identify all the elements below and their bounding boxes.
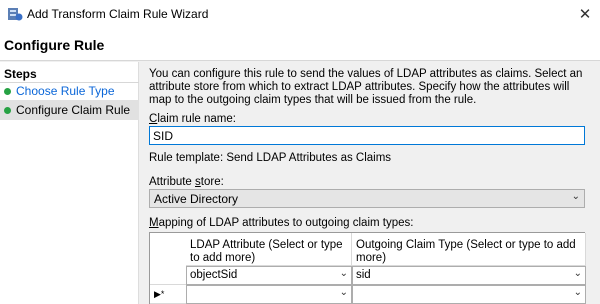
rule-name-label: Claim rule name: <box>149 113 236 125</box>
chevron-down-icon: ⌄ <box>571 191 580 202</box>
claim-type-combo[interactable]: ⌄ <box>352 285 586 304</box>
row-header[interactable] <box>150 266 186 285</box>
step-label[interactable]: Choose Rule Type <box>16 84 115 98</box>
ldap-attribute-combo[interactable]: objectSid ⌄ <box>186 266 352 285</box>
step-complete-icon <box>4 106 11 114</box>
mapping-label: Mapping of LDAP attributes to outgoing c… <box>149 217 414 229</box>
chevron-down-icon: ⌄ <box>573 268 582 279</box>
server-app-icon <box>8 8 23 21</box>
ldap-attribute-value: objectSid <box>190 269 238 281</box>
rule-template-text: Rule template: Send LDAP Attributes as C… <box>149 152 392 164</box>
title-bar: Add Transform Claim Rule Wizard ✕ <box>0 0 600 28</box>
ldap-attribute-combo[interactable]: ⌄ <box>186 285 352 304</box>
rule-description: You can configure this rule to send the … <box>149 68 583 106</box>
chevron-down-icon: ⌄ <box>339 287 348 298</box>
new-row-marker[interactable]: ▶* <box>150 285 186 304</box>
outgoing-claim-type-header: Outgoing Claim Type (Select or type to a… <box>352 233 586 266</box>
attribute-store-select[interactable]: Active Directory ⌄ <box>149 189 585 208</box>
step-complete-icon <box>4 87 11 95</box>
close-button[interactable]: ✕ <box>570 0 600 28</box>
close-icon: ✕ <box>578 6 592 23</box>
page-title: Configure Rule <box>4 37 105 53</box>
mapping-grid: LDAP Attribute (Select or type to add mo… <box>149 232 586 304</box>
page-header: Configure Rule <box>0 28 600 61</box>
claim-type-combo[interactable]: sid ⌄ <box>352 266 586 285</box>
step-configure-claim-rule[interactable]: Configure Claim Rule <box>0 100 139 120</box>
attribute-store-value: Active Directory <box>154 192 239 206</box>
step-label: Configure Claim Rule <box>16 103 131 117</box>
step-choose-rule-type[interactable]: Choose Rule Type <box>0 81 139 101</box>
rule-name-input[interactable]: SID <box>149 126 585 145</box>
ldap-attribute-header: LDAP Attribute (Select or type to add mo… <box>186 233 352 266</box>
main-panel: You can configure this rule to send the … <box>140 62 600 304</box>
attribute-store-label: Attribute store: <box>149 176 224 188</box>
window-title: Add Transform Claim Rule Wizard <box>27 7 209 21</box>
chevron-down-icon: ⌄ <box>339 268 348 279</box>
steps-heading: Steps <box>4 67 37 81</box>
claim-type-value: sid <box>356 269 371 281</box>
chevron-down-icon: ⌄ <box>573 287 582 298</box>
